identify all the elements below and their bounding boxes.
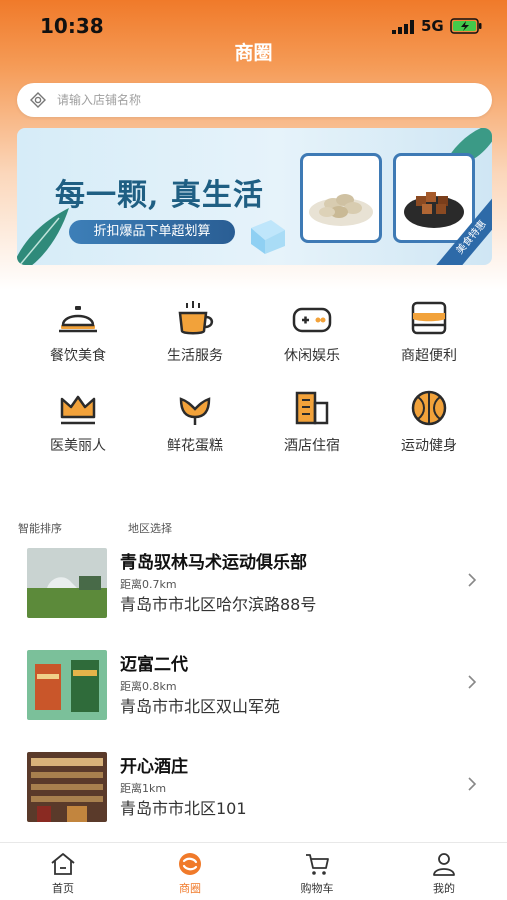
promo-banner[interactable]: 每一颗, 真生活 折扣爆品下单超划算 美食特惠 [17, 128, 492, 265]
cup-icon [178, 301, 214, 335]
nav-item-shopping-district[interactable]: 商圈 [127, 843, 253, 900]
bottom-nav: 首页 商圈 购物车 我的 [0, 842, 507, 900]
chevron-right-icon [468, 573, 477, 587]
nav-label: 首页 [52, 882, 74, 895]
status-time: 10:38 [40, 14, 104, 38]
category-item-entertainment[interactable]: 休闲娱乐 [257, 295, 367, 375]
store-name: 青岛驭林马术运动俱乐部 [120, 553, 307, 573]
flower-icon [179, 397, 211, 425]
category-item-food[interactable]: 餐饮美食 [23, 295, 133, 375]
store-name: 开心酒庄 [120, 757, 188, 777]
category-item-flowers-cake[interactable]: 鲜花蛋糕 [140, 385, 250, 465]
category-label: 医美丽人 [50, 438, 106, 454]
home-icon [51, 853, 75, 875]
nav-label: 我的 [433, 882, 455, 895]
nav-label: 商圈 [179, 882, 201, 895]
category-label: 餐饮美食 [50, 348, 106, 364]
shop-circle-icon [179, 853, 201, 875]
category-label: 商超便利 [401, 348, 457, 364]
region-filter[interactable]: 地区选择 [128, 520, 172, 536]
category-label: 生活服务 [167, 348, 223, 364]
store-address: 青岛市市北区101 [120, 799, 247, 818]
category-item-beauty[interactable]: 医美丽人 [23, 385, 133, 465]
smart-sort-filter[interactable]: 智能排序 [18, 520, 62, 536]
chevron-right-icon [468, 777, 477, 791]
store-thumbnail [27, 650, 107, 720]
nuts-bowl-icon [404, 192, 464, 228]
hotel-icon [295, 391, 329, 425]
nav-item-cart[interactable]: 购物车 [254, 843, 380, 900]
category-item-hotel[interactable]: 酒店住宿 [257, 385, 367, 465]
search-bar[interactable] [17, 83, 492, 117]
category-label: 休闲娱乐 [284, 348, 340, 364]
banner-cta-button[interactable]: 折扣爆品下单超划算 [69, 220, 235, 244]
category-label: 酒店住宿 [284, 438, 340, 454]
gamepad-icon [292, 307, 332, 333]
page-title: 商圈 [234, 42, 273, 64]
pistachio-product-image[interactable] [300, 153, 382, 243]
category-item-life-service[interactable]: 生活服务 [140, 295, 250, 375]
store-name: 迈富二代 [120, 655, 188, 675]
ice-cube-icon [251, 220, 285, 254]
category-item-sports[interactable]: 运动健身 [374, 385, 484, 465]
category-label: 运动健身 [401, 438, 457, 454]
store-distance: 距离1km [120, 782, 167, 795]
store-address: 青岛市市北区哈尔滨路88号 [120, 595, 317, 614]
battery-icon [450, 18, 482, 34]
pistachio-icon [309, 194, 373, 226]
nuts-product-image[interactable] [393, 153, 475, 243]
store-list-item[interactable]: 青岛驭林马术运动俱乐部 距离0.7km 青岛市市北区哈尔滨路88号 [0, 548, 507, 640]
network-label: 5G [421, 17, 444, 35]
search-input[interactable] [57, 83, 477, 117]
crown-icon [60, 395, 96, 425]
basketball-icon [411, 390, 447, 426]
store-thumbnail [27, 548, 107, 618]
category-label: 鲜花蛋糕 [167, 438, 223, 454]
signal-icon [392, 20, 414, 34]
category-item-convenience[interactable]: 商超便利 [374, 295, 484, 375]
store-distance: 距离0.8km [120, 680, 177, 693]
store-list-item[interactable]: 迈富二代 距离0.8km 青岛市市北区双山军苑 [0, 650, 507, 742]
user-icon [433, 853, 455, 876]
store-address: 青岛市市北区双山军苑 [120, 697, 281, 716]
store-thumbnail [27, 752, 107, 822]
banner-headline: 每一颗, 真生活 [55, 178, 264, 213]
nav-item-home[interactable]: 首页 [0, 843, 126, 900]
chevron-right-icon [468, 675, 477, 689]
store-icon [411, 301, 447, 335]
nav-label: 购物车 [300, 882, 334, 895]
store-distance: 距离0.7km [120, 578, 177, 591]
search-icon [30, 92, 46, 108]
food-cloche-icon [59, 306, 97, 333]
store-list-item[interactable]: 开心酒庄 距离1km 青岛市市北区101 [0, 752, 507, 844]
cart-icon [306, 854, 329, 875]
nav-item-profile[interactable]: 我的 [381, 843, 507, 900]
